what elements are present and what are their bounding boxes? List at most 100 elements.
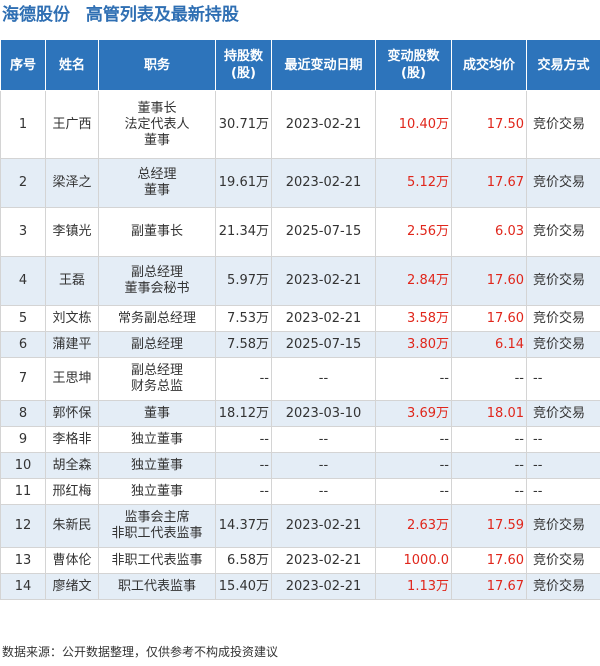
executive-roles: 独立董事 bbox=[98, 478, 216, 505]
avg-price: -- bbox=[451, 452, 527, 479]
holding-shares: -- bbox=[215, 478, 272, 505]
holding-shares: 6.58万 bbox=[215, 547, 272, 574]
avg-price: 17.60 bbox=[451, 547, 527, 574]
row-number: 12 bbox=[0, 504, 46, 548]
trade-method: 竞价交易 bbox=[526, 158, 600, 208]
last-change-date: -- bbox=[271, 426, 376, 453]
role-line: 职工代表监事 bbox=[117, 578, 196, 594]
last-change-date: 2023-03-10 bbox=[271, 400, 376, 427]
row-number: 6 bbox=[0, 331, 46, 358]
trade-method: 竞价交易 bbox=[526, 504, 600, 548]
trade-method: -- bbox=[526, 452, 600, 479]
table-body: 1 王广西 董事长 法定代表人 董事 30.71万 2023-02-21 10.40万 17.5… bbox=[0, 90, 600, 600]
executive-name: 王磊 bbox=[45, 256, 99, 306]
change-shares: 1000.0 bbox=[375, 547, 452, 574]
executive-roles: 副总经理 财务总监 bbox=[98, 357, 216, 401]
executive-name: 邢红梅 bbox=[45, 478, 99, 505]
change-shares: -- bbox=[375, 357, 452, 401]
last-change-date: 2023-02-21 bbox=[271, 158, 376, 208]
role-line: 独立董事 bbox=[130, 431, 183, 447]
executive-name: 曹体伦 bbox=[45, 547, 99, 574]
change-shares: 3.69万 bbox=[375, 400, 452, 427]
executive-roles: 非职工代表监事 bbox=[98, 547, 216, 574]
trade-method: -- bbox=[526, 357, 600, 401]
row-number: 2 bbox=[0, 158, 46, 208]
trade-method: 竞价交易 bbox=[526, 547, 600, 574]
holding-shares: 7.53万 bbox=[215, 305, 272, 332]
table-row: 6 蒲建平 副总经理 7.58万 2025-07-15 3.80万 6.14 竞价交易 bbox=[0, 331, 600, 358]
trade-method: -- bbox=[526, 478, 600, 505]
table-row: 3 李镇光 副董事长 21.34万 2025-07-15 2.56万 6.03 竞价交易 bbox=[0, 207, 600, 257]
last-change-date: 2023-02-21 bbox=[271, 573, 376, 600]
change-shares: 3.80万 bbox=[375, 331, 452, 358]
holding-shares: -- bbox=[215, 426, 272, 453]
role-line: 财务总监 bbox=[130, 379, 183, 394]
row-number: 11 bbox=[0, 478, 46, 505]
table-row: 14 廖绪文 职工代表监事 15.40万 2023-02-21 1.13万 17.67 竞价交… bbox=[0, 573, 600, 600]
last-change-date: -- bbox=[271, 452, 376, 479]
role-line: 董事长 bbox=[137, 100, 177, 116]
role-line: 副总经理 bbox=[130, 336, 183, 352]
trade-method: 竞价交易 bbox=[526, 207, 600, 257]
change-shares: 5.12万 bbox=[375, 158, 452, 208]
change-shares: -- bbox=[375, 478, 452, 505]
executive-roles: 董事 bbox=[98, 400, 216, 427]
brand-watermark-text: 雪球：证券之星财经 bbox=[456, 638, 592, 656]
role-line: 董事 bbox=[143, 405, 170, 421]
holding-shares: 21.34万 bbox=[215, 207, 272, 257]
table-row: 11 邢红梅 独立董事 -- -- -- -- -- bbox=[0, 478, 600, 505]
last-change-date: 2023-02-21 bbox=[271, 305, 376, 332]
trade-method: 竞价交易 bbox=[526, 305, 600, 332]
table-row: 5 刘文栋 常务副总经理 7.53万 2023-02-21 3.58万 17.60 竞价交易 bbox=[0, 305, 600, 332]
trade-method: 竞价交易 bbox=[526, 90, 600, 159]
holding-shares: 30.71万 bbox=[215, 90, 272, 159]
avg-price: 6.14 bbox=[451, 331, 527, 358]
trade-method: -- bbox=[526, 426, 600, 453]
row-number: 1 bbox=[0, 90, 46, 159]
executive-roles: 副董事长 bbox=[98, 207, 216, 257]
change-shares: -- bbox=[375, 426, 452, 453]
brand-watermark: 雪球：证券之星财经 bbox=[436, 636, 592, 658]
table-row: 7 王思坤 副总经理 财务总监 -- -- -- -- -- bbox=[0, 357, 600, 401]
executive-holdings-table: 序号 姓名 职务 持股数 (股) 最近变动日期 变动股数 (股) 成交均价 交易方式 1 王广西… bbox=[0, 39, 600, 600]
executive-name: 廖绪文 bbox=[45, 573, 99, 600]
executive-name: 李镇光 bbox=[45, 207, 99, 257]
trade-method: 竞价交易 bbox=[526, 256, 600, 306]
row-number: 14 bbox=[0, 573, 46, 600]
executive-name: 朱新民 bbox=[45, 504, 99, 548]
last-change-date: 2025-07-15 bbox=[271, 207, 376, 257]
last-change-date: 2023-02-21 bbox=[271, 256, 376, 306]
holding-shares: 15.40万 bbox=[215, 573, 272, 600]
avg-price: 17.67 bbox=[451, 573, 527, 600]
change-shares: 10.40万 bbox=[375, 90, 452, 159]
role-line: 副总经理 bbox=[130, 265, 183, 280]
executive-name: 胡全森 bbox=[45, 452, 99, 479]
role-line: 董事会秘书 bbox=[124, 281, 190, 296]
row-number: 7 bbox=[0, 357, 46, 401]
executive-roles: 总经理 董事 bbox=[98, 158, 216, 208]
table-row: 1 王广西 董事长 法定代表人 董事 30.71万 2023-02-21 10.40万 17.5… bbox=[0, 90, 600, 159]
table-row: 12 朱新民 监事会主席 非职工代表监事 14.37万 2023-02-21 2.63万 17… bbox=[0, 504, 600, 548]
col-header-no: 序号 bbox=[0, 39, 46, 91]
col-header-change: 变动股数 (股) bbox=[375, 39, 452, 91]
last-change-date: 2023-02-21 bbox=[271, 547, 376, 574]
page-title: 海德股份 高管列表及最新持股 bbox=[2, 2, 239, 28]
role-line: 独立董事 bbox=[130, 457, 183, 473]
report-title: 高管列表及最新持股 bbox=[85, 5, 239, 25]
data-source-note: 数据来源：公开数据整理，仅供参考不构成投资建议 bbox=[2, 645, 279, 659]
role-line: 监事会主席 bbox=[124, 510, 190, 525]
change-shares: 2.56万 bbox=[375, 207, 452, 257]
last-change-date: -- bbox=[271, 357, 376, 401]
avg-price: 17.50 bbox=[451, 90, 527, 159]
table-row: 8 郭怀保 董事 18.12万 2023-03-10 3.69万 18.01 竞价交易 bbox=[0, 400, 600, 427]
row-number: 13 bbox=[0, 547, 46, 574]
executive-roles: 独立董事 bbox=[98, 452, 216, 479]
table-row: 10 胡全森 独立董事 -- -- -- -- -- bbox=[0, 452, 600, 479]
executive-roles: 职工代表监事 bbox=[98, 573, 216, 600]
avg-price: 17.60 bbox=[451, 256, 527, 306]
company-name: 海德股份 bbox=[2, 5, 70, 25]
change-shares: 2.63万 bbox=[375, 504, 452, 548]
col-header-role: 职务 bbox=[98, 39, 216, 91]
row-number: 3 bbox=[0, 207, 46, 257]
snowball-logo-icon bbox=[436, 640, 453, 656]
